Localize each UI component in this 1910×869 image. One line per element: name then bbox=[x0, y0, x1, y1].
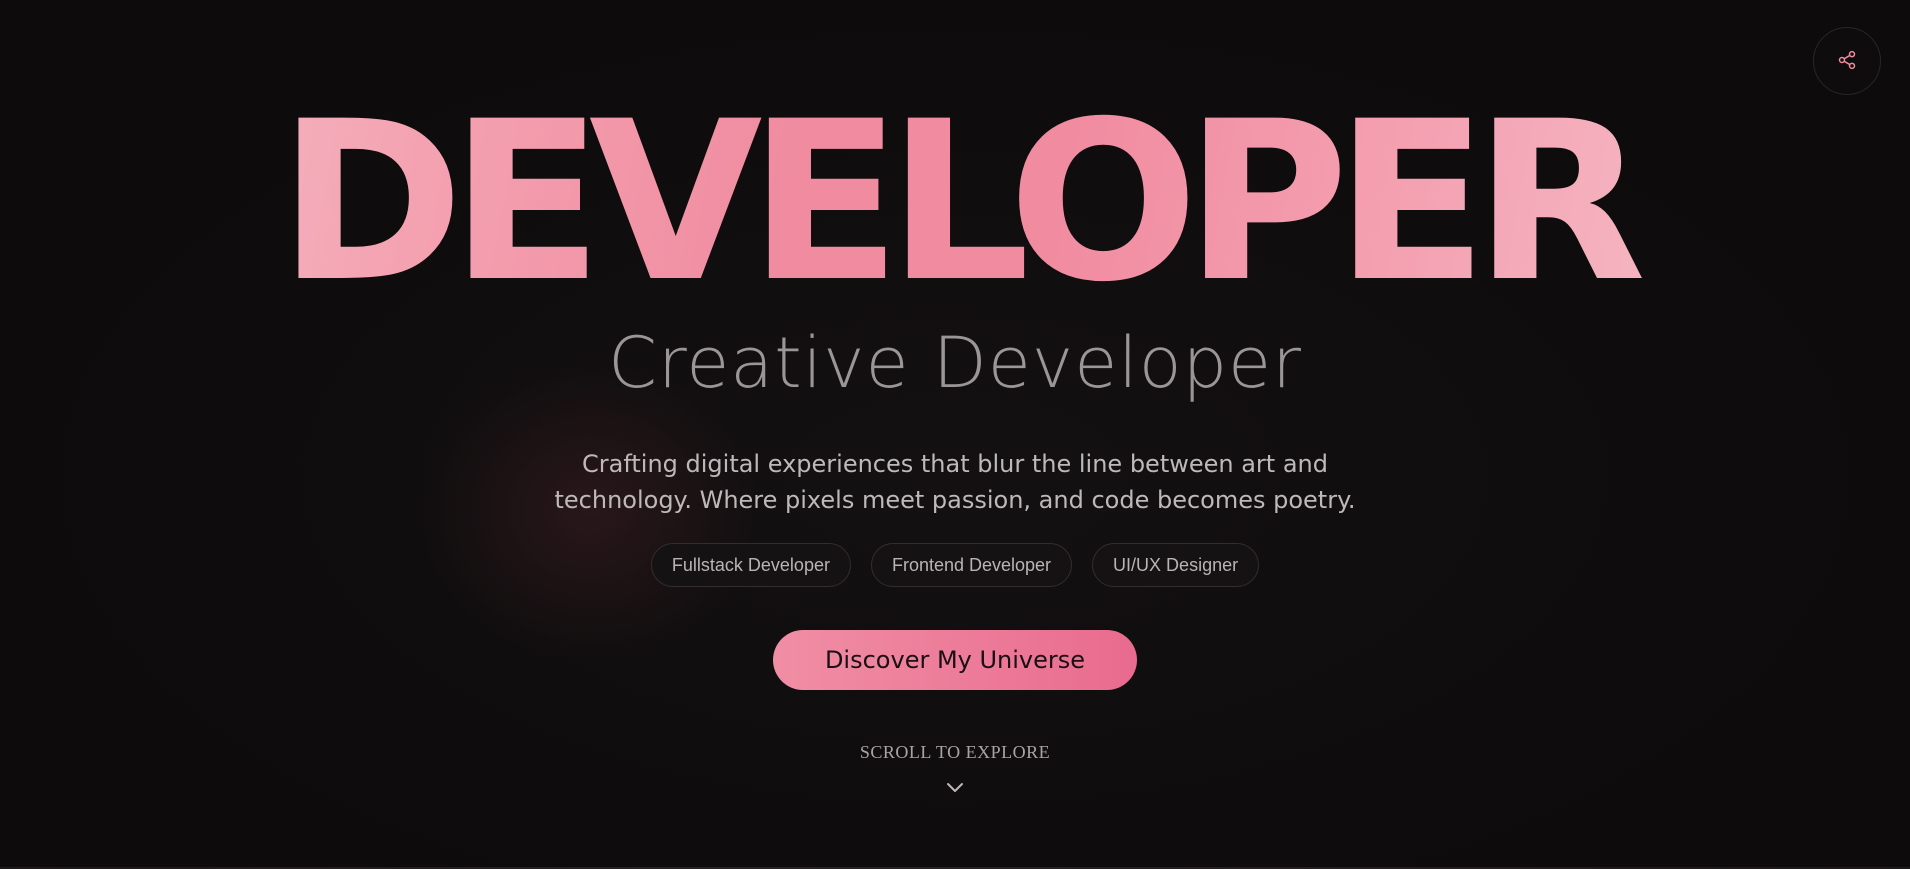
hero-section: DEVELOPER Creative Developer Crafting di… bbox=[0, 0, 1910, 869]
description-line-2: technology. Where pixels meet passion, a… bbox=[554, 486, 1356, 514]
hero-description: Crafting digital experiences that blur t… bbox=[0, 446, 1910, 518]
description-line-1: Crafting digital experiences that blur t… bbox=[582, 450, 1328, 478]
role-tags: Fullstack Developer Frontend Developer U… bbox=[0, 543, 1910, 587]
tag-ui-ux-designer: UI/UX Designer bbox=[1092, 543, 1260, 587]
discover-universe-button[interactable]: Discover My Universe bbox=[773, 630, 1137, 690]
chevron-down-icon[interactable] bbox=[945, 780, 965, 794]
scroll-to-explore-label[interactable]: SCROLL TO EXPLORE bbox=[0, 742, 1910, 763]
tag-fullstack-developer: Fullstack Developer bbox=[650, 543, 851, 587]
tag-frontend-developer: Frontend Developer bbox=[870, 543, 1073, 587]
hero-title: DEVELOPER bbox=[0, 92, 1910, 312]
hero-subtitle: Creative Developer bbox=[608, 322, 1302, 404]
